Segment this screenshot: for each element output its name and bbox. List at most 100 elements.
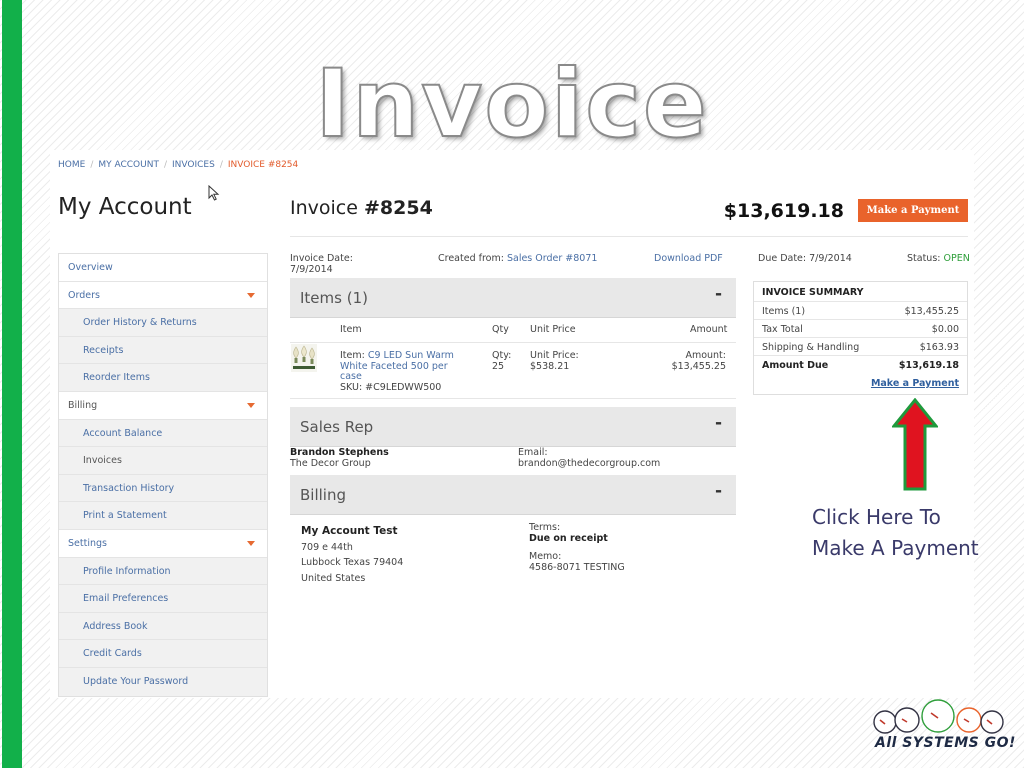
payment-instruction-note: Click Here To Make A Payment (812, 505, 979, 560)
sidebar-item-label: Orders (68, 289, 100, 301)
make-payment-button[interactable]: Make a Payment (858, 199, 968, 222)
invoice-status: Status: OPEN (907, 253, 970, 264)
sales-order-link[interactable]: Sales Order #8071 (507, 253, 597, 264)
sidebar-item-email-preferences[interactable]: Email Preferences (59, 585, 267, 613)
sales-rep-company: The Decor Group (290, 457, 371, 469)
sidebar-item-update-password[interactable]: Update Your Password (59, 667, 267, 696)
divider (290, 236, 968, 237)
qty-value: 25 (492, 360, 505, 372)
sidebar-item-order-history[interactable]: Order History & Returns (59, 309, 267, 337)
items-section-header[interactable]: Items (1) - (290, 278, 736, 318)
item-label: Item: (340, 350, 365, 361)
invoice-total: $13,619.18 (723, 200, 844, 222)
sidebar-item-billing[interactable]: Billing (59, 391, 267, 420)
created-from-label: Created from: (438, 253, 504, 264)
collapse-toggle-icon[interactable]: - (715, 284, 722, 304)
slide-title: Invoice (314, 49, 709, 160)
summary-row-shipping: Shipping & Handling $163.93 (754, 337, 967, 355)
summary-label: Shipping & Handling (762, 342, 860, 353)
sidebar-item-reorder-items[interactable]: Reorder Items (59, 364, 267, 392)
invoice-date-value: 7/9/2014 (290, 264, 333, 275)
invoice-title-prefix: Invoice (290, 197, 358, 219)
due-date: Due Date: 7/9/2014 (758, 253, 852, 264)
amount-label: Amount: (685, 350, 726, 361)
sidebar-item-account-balance[interactable]: Account Balance (59, 419, 267, 448)
summary-row-items: Items (1) $13,455.25 (754, 301, 967, 319)
column-header-unit-price: Unit Price (530, 324, 576, 335)
sidebar-item-transaction-history[interactable]: Transaction History (59, 474, 267, 503)
sidebar-item-credit-cards[interactable]: Credit Cards (59, 640, 267, 668)
sales-rep-section-title: Sales Rep (300, 418, 374, 436)
item-description: Item: C9 LED Sun Warm White Faceted 500 … (340, 350, 458, 393)
product-thumbnail-icon (291, 344, 317, 372)
billing-country: United States (301, 572, 366, 584)
items-section-title: Items (1) (300, 289, 368, 307)
unit-price-value: $538.21 (530, 360, 570, 372)
invoice-summary-panel: INVOICE SUMMARY Items (1) $13,455.25 Tax … (753, 281, 968, 395)
summary-label: Tax Total (762, 324, 803, 335)
sidebar-item-overview[interactable]: Overview (59, 254, 267, 282)
collapse-toggle-icon[interactable]: - (715, 481, 722, 501)
terms-value: Due on receipt (529, 532, 608, 544)
summary-value: $13,619.18 (898, 360, 959, 371)
item-sku: SKU: #C9LEDWW500 (340, 381, 442, 393)
collapse-toggle-icon[interactable]: - (715, 413, 722, 433)
summary-make-payment-link[interactable]: Make a Payment (871, 378, 959, 389)
item-amount: Amount: $13,455.25 (646, 350, 726, 372)
billing-address-line2: Lubbock Texas 79404 (301, 557, 404, 568)
download-pdf-wrap: Download PDF (654, 253, 723, 264)
summary-title: INVOICE SUMMARY (762, 287, 864, 298)
sidebar-item-receipts[interactable]: Receipts (59, 336, 267, 365)
breadcrumb-home[interactable]: HOME (58, 160, 85, 170)
sidebar-item-address-book[interactable]: Address Book (59, 612, 267, 641)
billing-section-title: Billing (300, 486, 346, 504)
breadcrumb-invoices[interactable]: INVOICES (172, 160, 215, 170)
divider (290, 342, 736, 343)
invoice-date: Invoice Date: 7/9/2014 (290, 253, 353, 275)
sales-rep-section-header[interactable]: Sales Rep - (290, 407, 736, 447)
account-sidebar: Overview Orders Order History & Returns … (58, 253, 268, 697)
invoice-date-label: Invoice Date: (290, 253, 353, 264)
sales-rep-email: Email: brandon@thedecorgroup.com (518, 447, 660, 469)
sidebar-item-orders[interactable]: Orders (59, 281, 267, 310)
caret-down-icon (247, 402, 255, 408)
qty-label: Qty: (492, 350, 512, 361)
breadcrumb-my-account[interactable]: MY ACCOUNT (98, 160, 159, 170)
summary-label: Items (1) (762, 306, 806, 317)
breadcrumb-separator: / (90, 160, 94, 170)
summary-label: Amount Due (762, 360, 829, 371)
mouse-cursor-icon (208, 185, 220, 201)
summary-value: $163.93 (919, 342, 959, 353)
status-label: Status: (907, 253, 941, 264)
sidebar-item-invoices[interactable]: Invoices (59, 447, 267, 475)
account-page: HOME / MY ACCOUNT / INVOICES / INVOICE #8254 M… (50, 150, 974, 698)
created-from: Created from: Sales Order #8071 (438, 253, 597, 264)
breadcrumb-separator: / (163, 160, 167, 170)
page-title: My Account (58, 194, 192, 220)
logo-wordmark: All SYSTEMS GO! (875, 735, 1016, 751)
terms-label: Terms: (529, 522, 561, 533)
billing-name: My Account Test (301, 525, 398, 537)
billing-section-header[interactable]: Billing - (290, 475, 736, 515)
download-pdf-link[interactable]: Download PDF (654, 253, 723, 264)
sales-rep-info: Brandon Stephens The Decor Group (290, 447, 389, 469)
breadcrumb-separator: / (219, 160, 223, 170)
divider (290, 398, 736, 399)
summary-value: $13,455.25 (904, 306, 959, 317)
up-arrow-icon (892, 398, 938, 491)
billing-terms: Terms: Due on receipt (529, 522, 608, 544)
caret-down-icon (247, 292, 255, 298)
column-header-qty: Qty (492, 324, 509, 335)
item-qty: Qty: 25 (492, 350, 512, 372)
billing-address: My Account Test 709 e 44th Lubbock Texas 7… (301, 524, 403, 586)
unit-price-label: Unit Price: (530, 350, 579, 361)
status-badge: OPEN (943, 253, 970, 264)
sidebar-item-settings[interactable]: Settings (59, 529, 267, 558)
sidebar-item-profile-information[interactable]: Profile Information (59, 557, 267, 586)
sidebar-item-print-statement[interactable]: Print a Statement (59, 502, 267, 530)
caret-down-icon (247, 540, 255, 546)
item-unit-price: Unit Price: $538.21 (530, 350, 579, 372)
summary-row-tax: Tax Total $0.00 (754, 319, 967, 337)
memo-value: 4586-8071 TESTING (529, 561, 625, 573)
amount-value: $13,455.25 (671, 360, 726, 372)
